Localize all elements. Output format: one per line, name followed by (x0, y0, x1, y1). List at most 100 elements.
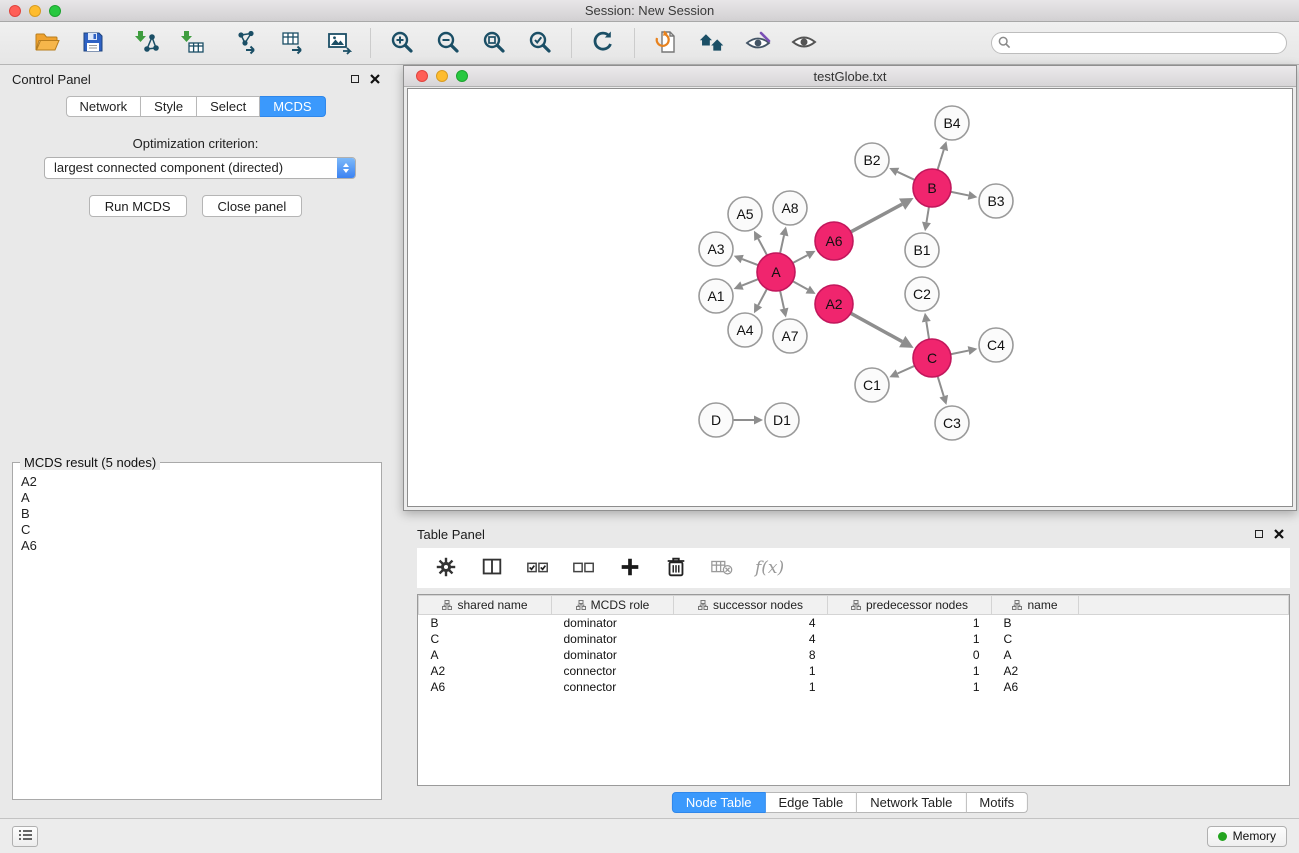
attribute-type-icon (698, 600, 708, 610)
mcds-result-item[interactable]: A6 (21, 538, 373, 554)
network-from-clipboard-button[interactable] (651, 28, 681, 58)
table-tab-motifs[interactable]: Motifs (966, 792, 1028, 813)
close-network-window-button[interactable] (416, 70, 428, 82)
search-input[interactable] (991, 32, 1287, 54)
graph-node-label-A4: A4 (736, 322, 753, 338)
graph-node-label-C1: C1 (863, 377, 881, 393)
graph-node-label-C: C (927, 350, 937, 366)
graph-edge-B-B2[interactable] (897, 172, 914, 180)
tab-select[interactable]: Select (197, 96, 260, 117)
run-mcds-button[interactable]: Run MCDS (89, 195, 187, 217)
annotation-mode-button[interactable] (743, 28, 773, 58)
column-header-name[interactable]: name (992, 596, 1079, 615)
zoom-selected-button[interactable] (525, 28, 555, 58)
close-window-button[interactable] (9, 5, 21, 17)
open-session-button[interactable] (32, 28, 62, 58)
export-image-button[interactable] (324, 28, 354, 58)
graph-node-label-A7: A7 (781, 328, 798, 344)
table-tab-node-table[interactable]: Node Table (672, 792, 766, 813)
float-table-panel-button[interactable] (1251, 527, 1267, 541)
plus-icon (618, 555, 642, 582)
graph-edge-B-B3[interactable] (951, 192, 969, 196)
zoom-window-button[interactable] (49, 5, 61, 17)
table-row[interactable]: Cdominator41C (419, 631, 1289, 647)
table-row[interactable]: A6connector11A6 (419, 679, 1289, 695)
graph-edge-A-A4[interactable] (758, 289, 767, 306)
delete-column-button[interactable] (661, 553, 691, 583)
import-network-button[interactable] (132, 28, 162, 58)
graph-node-label-C3: C3 (943, 415, 961, 431)
import-table-button[interactable] (178, 28, 208, 58)
float-panel-button[interactable] (347, 72, 363, 86)
graph-edge-A-A5[interactable] (758, 239, 767, 256)
node-table-container: shared nameMCDS rolesuccessor nodesprede… (417, 594, 1290, 786)
export-network-button[interactable] (232, 28, 262, 58)
mcds-buttons-row: Run MCDS Close panel (0, 195, 391, 217)
network-window-title: testGlobe.txt (814, 69, 887, 84)
delete-table-button[interactable] (707, 553, 737, 583)
memory-button[interactable]: Memory (1207, 826, 1287, 847)
graph-edge-arrowhead (780, 308, 789, 318)
graph-edge-A2-C[interactable] (851, 313, 903, 341)
graph-edge-C-C2[interactable] (926, 322, 929, 340)
table-panel: Table Panel (403, 520, 1297, 818)
attribute-type-icon (442, 600, 452, 610)
mcds-result-item[interactable]: A2 (21, 474, 373, 490)
zoom-fit-button[interactable] (479, 28, 509, 58)
column-header-mcds-role[interactable]: MCDS role (552, 596, 674, 615)
graph-edge-A-A2[interactable] (793, 281, 808, 289)
deselect-all-button[interactable] (569, 553, 599, 583)
tab-style[interactable]: Style (141, 96, 197, 117)
table-panel-tabs: Node TableEdge TableNetwork TableMotifs (672, 792, 1028, 813)
show-panels-button[interactable] (12, 826, 38, 847)
column-header-successor-nodes[interactable]: successor nodes (674, 596, 828, 615)
home-button[interactable] (697, 28, 727, 58)
graph-node-label-B2: B2 (863, 152, 880, 168)
graph-edge-A-A1[interactable] (742, 279, 758, 286)
zoom-network-window-button[interactable] (456, 70, 468, 82)
mcds-result-item[interactable]: B (21, 506, 373, 522)
graph-edge-B-B4[interactable] (938, 150, 944, 170)
graph-edge-C-C4[interactable] (951, 351, 969, 355)
zoom-out-button[interactable] (433, 28, 463, 58)
close-panel-button[interactable] (367, 72, 383, 86)
add-column-button[interactable] (615, 553, 645, 583)
graph-edge-A-A6[interactable] (793, 255, 808, 263)
minimize-network-window-button[interactable] (436, 70, 448, 82)
close-panel-action-button[interactable]: Close panel (202, 195, 303, 217)
column-header-shared-name[interactable]: shared name (419, 596, 552, 615)
export-table-button[interactable] (278, 28, 308, 58)
graph-edge-A-A7[interactable] (780, 291, 784, 309)
graph-edge-arrowhead (939, 395, 948, 405)
mcds-result-item[interactable]: A (21, 490, 373, 506)
network-canvas[interactable]: AA1A2A3A4A5A6A7A8BB1B2B3B4CC1C2C3C4DD1 (407, 88, 1293, 507)
mcds-result-item[interactable]: C (21, 522, 373, 538)
graph-node-label-A3: A3 (707, 241, 724, 257)
graph-edge-C-C1[interactable] (898, 366, 915, 374)
column-header-predecessor-nodes[interactable]: predecessor nodes (828, 596, 992, 615)
select-all-button[interactable] (523, 553, 553, 583)
table-tab-network-table[interactable]: Network Table (857, 792, 966, 813)
network-window: testGlobe.txt AA1A2A3A4A5A6A7A8BB1B2B3B4… (403, 65, 1297, 511)
table-settings-button[interactable] (431, 553, 461, 583)
tab-network[interactable]: Network (65, 96, 141, 117)
graph-edge-A-A3[interactable] (742, 259, 758, 265)
tab-mcds[interactable]: MCDS (260, 96, 325, 117)
minimize-window-button[interactable] (29, 5, 41, 17)
zoom-in-button[interactable] (387, 28, 417, 58)
show-columns-button[interactable] (477, 553, 507, 583)
apply-layout-button[interactable] (588, 28, 618, 58)
graph-edge-A-A8[interactable] (780, 235, 784, 253)
function-builder-button[interactable]: f(x) (753, 553, 784, 583)
save-session-button[interactable] (78, 28, 108, 58)
table-row[interactable]: A2connector11A2 (419, 663, 1289, 679)
show-hide-details-button[interactable] (789, 28, 819, 58)
graph-edge-C-C3[interactable] (938, 376, 944, 396)
table-row[interactable]: Adominator80A (419, 647, 1289, 663)
graph-edge-A6-B[interactable] (851, 204, 902, 232)
criterion-dropdown[interactable]: largest connected component (directed) (44, 157, 356, 179)
graph-edge-B-B1[interactable] (926, 207, 929, 223)
close-table-panel-button[interactable] (1271, 527, 1287, 541)
table-row[interactable]: Bdominator41B (419, 615, 1289, 631)
table-tab-edge-table[interactable]: Edge Table (765, 792, 857, 813)
